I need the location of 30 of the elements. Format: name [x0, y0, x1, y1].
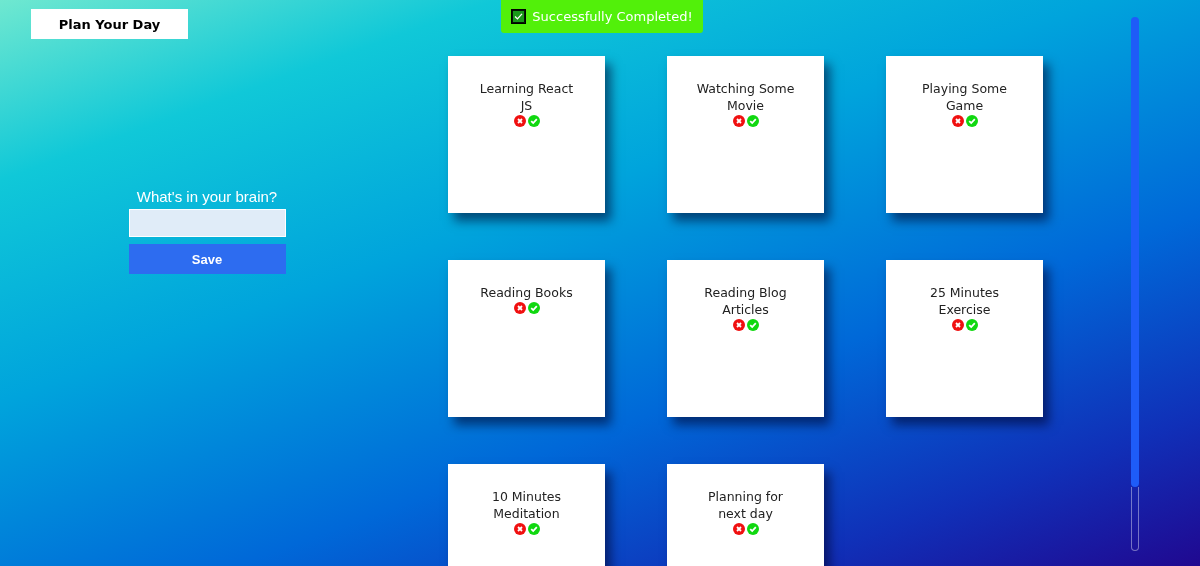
plan-your-day-button[interactable]: Plan Your Day	[31, 9, 188, 39]
delete-icon[interactable]	[732, 115, 745, 127]
check-icon[interactable]	[527, 523, 540, 535]
scrollbar-thumb[interactable]	[1131, 17, 1139, 487]
task-title: Learning React JS	[478, 80, 575, 114]
check-icon[interactable]	[746, 319, 759, 331]
delete-icon[interactable]	[513, 523, 526, 535]
task-title: Watching Some Movie	[695, 80, 796, 114]
delete-icon[interactable]	[732, 523, 745, 535]
check-icon[interactable]	[527, 115, 540, 127]
check-icon[interactable]	[746, 523, 759, 535]
save-button[interactable]: Save	[128, 244, 286, 274]
delete-icon[interactable]	[732, 319, 745, 331]
input-label: What's in your brain?	[136, 188, 278, 205]
toast-message: Successfully Completed!	[532, 9, 693, 24]
task-title: 25 Minutes Exercise	[928, 284, 1001, 318]
delete-icon[interactable]	[951, 319, 964, 331]
task-title: 10 Minutes Meditation	[490, 488, 563, 522]
task-title: Playing Some Game	[921, 80, 1008, 114]
delete-icon[interactable]	[951, 115, 964, 127]
task-title: Reading Blog Articles	[703, 284, 788, 318]
check-icon[interactable]	[965, 115, 978, 127]
check-icon[interactable]	[746, 115, 759, 127]
delete-icon[interactable]	[513, 302, 526, 314]
delete-icon[interactable]	[513, 115, 526, 127]
task-input-field[interactable]	[128, 209, 286, 237]
task-title: Reading Books	[479, 284, 574, 301]
task-title: Planning for next day	[707, 488, 784, 522]
check-icon[interactable]	[965, 319, 978, 331]
check-icon[interactable]	[527, 302, 540, 314]
